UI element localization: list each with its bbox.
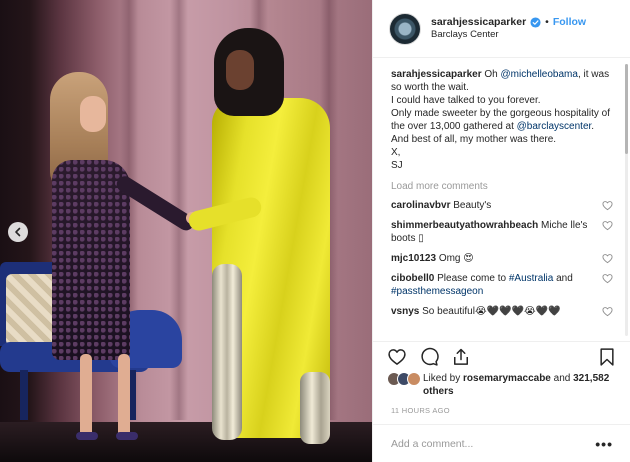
comment-text: So beautiful😭🖤🖤🖤😭🖤🖤 bbox=[422, 306, 561, 317]
mention-link[interactable]: @michelleobama bbox=[501, 69, 578, 80]
load-more-comments-button[interactable]: Load more comments bbox=[391, 181, 613, 192]
post-caption: sarahjessicaparker Oh @michelleobama, it… bbox=[391, 69, 611, 171]
sequin-boot bbox=[300, 372, 330, 444]
post-photo[interactable] bbox=[0, 0, 372, 462]
carousel-prev-button[interactable] bbox=[8, 222, 28, 242]
instagram-post: sarahjessicaparker • Follow Barclays Cen… bbox=[0, 0, 630, 462]
comment-item: cibobell0 Please come to #Australia and … bbox=[391, 272, 613, 298]
heart-outline-icon[interactable] bbox=[602, 306, 613, 317]
likes-summary: Liked by rosemarymaccabe and 321,582 oth… bbox=[387, 372, 621, 398]
woman-in-yellow-dress bbox=[186, 28, 350, 452]
comment-text: Beauty's bbox=[453, 200, 492, 211]
comment-icon[interactable] bbox=[419, 347, 439, 367]
more-options-button[interactable]: ••• bbox=[595, 436, 613, 452]
sequin-boot bbox=[212, 264, 242, 440]
heart-outline-icon[interactable] bbox=[602, 253, 613, 264]
follow-button[interactable]: Follow bbox=[553, 15, 586, 29]
bookmark-icon[interactable] bbox=[597, 347, 617, 367]
action-bar bbox=[373, 341, 630, 371]
heart-icon[interactable] bbox=[387, 347, 407, 367]
comment-username[interactable]: carolinavbvr bbox=[391, 200, 450, 211]
post-sidebar: sarahjessicaparker • Follow Barclays Cen… bbox=[372, 0, 630, 462]
heart-outline-icon[interactable] bbox=[602, 273, 613, 284]
avatar bbox=[407, 372, 421, 386]
comment-item: mjc10123 Omg 😍 bbox=[391, 252, 613, 265]
comment-text: Please come to bbox=[437, 273, 509, 284]
comment-item: carolinavbvr Beauty's bbox=[391, 199, 613, 212]
comments-list[interactable]: sarahjessicaparker Oh @michelleobama, it… bbox=[373, 58, 630, 341]
heart-outline-icon[interactable] bbox=[602, 220, 613, 231]
share-icon[interactable] bbox=[451, 347, 471, 367]
location-link[interactable]: Barclays Center bbox=[431, 29, 586, 42]
comment-username[interactable]: shimmerbeautyathowrahbeach bbox=[391, 220, 538, 231]
avatar[interactable] bbox=[389, 12, 421, 45]
post-header: sarahjessicaparker • Follow Barclays Cen… bbox=[373, 0, 630, 58]
comment-username[interactable]: mjc10123 bbox=[391, 253, 436, 264]
woman-in-sequin-dress bbox=[40, 72, 200, 442]
comment-input[interactable]: Add a comment... bbox=[391, 438, 595, 450]
verified-badge-icon bbox=[530, 17, 541, 28]
separator-dot: • bbox=[545, 16, 549, 28]
liker-avatars[interactable] bbox=[387, 372, 421, 386]
chevron-left-icon bbox=[15, 227, 21, 237]
hashtag-link[interactable]: #passthemessageon bbox=[391, 286, 483, 297]
caption-username[interactable]: sarahjessicaparker bbox=[391, 69, 482, 80]
mention-link[interactable]: @barclayscenter bbox=[517, 121, 592, 132]
comment-item: vsnys So beautiful😭🖤🖤🖤😭🖤🖤 bbox=[391, 305, 613, 318]
hashtag-link[interactable]: #Australia bbox=[509, 273, 553, 284]
add-comment-bar: Add a comment... ••• bbox=[373, 424, 630, 462]
comment-text: Omg 😍 bbox=[438, 253, 474, 264]
comment-username[interactable]: cibobell0 bbox=[391, 273, 434, 284]
comment-item: shimmerbeautyathowrahbeach Miche lle's b… bbox=[391, 219, 613, 245]
heart-outline-icon[interactable] bbox=[602, 200, 613, 211]
comment-username[interactable]: vsnys bbox=[391, 306, 419, 317]
liker-username-link[interactable]: rosemarymaccabe bbox=[463, 373, 551, 384]
scrollbar-thumb[interactable] bbox=[625, 64, 628, 154]
post-timestamp[interactable]: 11 HOURS AGO bbox=[391, 406, 450, 415]
username-link[interactable]: sarahjessicaparker bbox=[431, 15, 526, 29]
